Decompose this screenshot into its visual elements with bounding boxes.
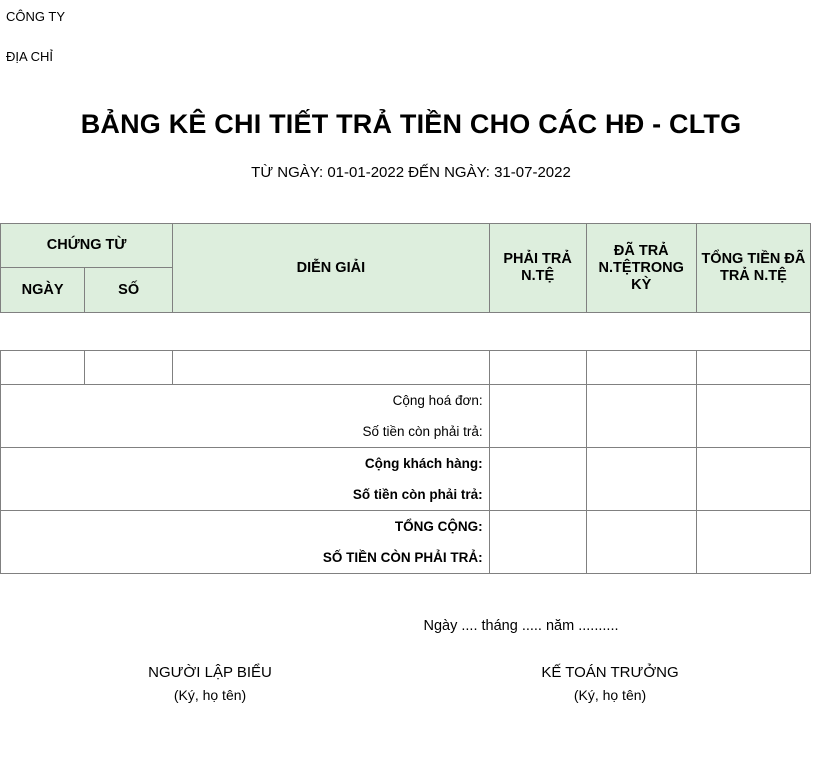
table-row[interactable]	[0, 350, 812, 385]
summary-label-cong-khach-hang: Cộng khách hàng:	[364, 456, 483, 471]
table-spacer-row	[0, 312, 811, 351]
summary-label-tong-cong: TỔNG CỘNG:	[394, 519, 483, 534]
signature-block-preparer: NGƯỜI LẬP BIỂU (Ký, họ tên)	[0, 662, 410, 706]
date-placeholder-line: Ngày .... tháng ..... năm ..........	[423, 618, 619, 634]
summary-row-invoice-total: Cộng hoá đơn: Số tiền còn phải trả:	[0, 384, 812, 448]
summary-value-da-tra-customer	[585, 447, 697, 511]
company-info-block: CÔNG TY ĐỊA CHỈ	[0, 0, 822, 64]
summary-value-tong-tien-invoice	[695, 384, 812, 448]
page-title: BẢNG KÊ CHI TIẾT TRẢ TIỀN CHO CÁC HĐ - C…	[80, 109, 742, 139]
summary-value-tong-tien-customer	[695, 447, 812, 511]
cell-dien-giai[interactable]	[172, 350, 490, 385]
company-name-label: CÔNG TY	[6, 9, 65, 24]
summary-label-group-invoice: Cộng hoá đơn: Số tiền còn phải trả:	[0, 384, 490, 448]
summary-value-da-tra-invoice	[585, 384, 697, 448]
column-header-dien-giai: DIỄN GIẢI	[172, 223, 490, 313]
signature-sub-chief-accountant: (Ký, họ tên)	[573, 687, 647, 703]
summary-label-so-tien-con-phai-tra: Số tiền còn phải trả:	[362, 424, 483, 439]
summary-value-phai-tra-invoice	[488, 384, 587, 448]
column-header-ngay: NGÀY	[0, 267, 86, 313]
column-header-da-tra: ĐÃ TRẢ N.TỆTRONG KỲ	[585, 223, 697, 313]
summary-row-customer-total: Cộng khách hàng: Số tiền còn phải trả:	[0, 447, 812, 511]
summary-label-so-tien-con-phai-tra-customer: Số tiền còn phải trả:	[352, 487, 483, 502]
signature-block-chief-accountant: KẾ TOÁN TRƯỞNG (Ký, họ tên)	[410, 662, 822, 706]
signature-footer: Ngày .... tháng ..... năm .......... NGƯ…	[0, 618, 822, 738]
table-body: Cộng hoá đơn: Số tiền còn phải trả: Cộng…	[0, 312, 812, 574]
summary-value-da-tra-grand	[585, 510, 697, 574]
table-header: CHỨNG TỪ DIỄN GIẢI PHẢI TRẢ N.TỆ ĐÃ TRẢ …	[0, 223, 812, 313]
summary-value-tong-tien-grand	[695, 510, 812, 574]
table-spacer-cell	[0, 312, 811, 351]
cell-da-tra[interactable]	[585, 350, 697, 385]
summary-value-phai-tra-customer	[488, 447, 587, 511]
signature-title-chief-accountant: KẾ TOÁN TRƯỞNG	[541, 664, 679, 681]
signature-title-preparer: NGƯỜI LẬP BIỂU	[148, 664, 272, 681]
page-subtitle-date-range: TỪ NGÀY: 01-01-2022 ĐẾN NGÀY: 31-07-2022	[251, 164, 571, 181]
summary-label-so-tien-con-phai-tra-grand: SỐ TIỀN CÒN PHẢI TRẢ:	[322, 550, 483, 565]
signature-row: NGƯỜI LẬP BIỂU (Ký, họ tên) KẾ TOÁN TRƯỞ…	[0, 662, 822, 706]
column-header-so: SỐ	[84, 267, 174, 313]
company-address-label: ĐỊA CHỈ	[6, 49, 53, 64]
summary-row-grand-total: TỔNG CỘNG: SỐ TIỀN CÒN PHẢI TRẢ:	[0, 510, 812, 574]
column-group-header-chungtu: CHỨNG TỪ	[0, 223, 174, 268]
summary-label-group-grand: TỔNG CỘNG: SỐ TIỀN CÒN PHẢI TRẢ:	[0, 510, 490, 574]
summary-label-cong-hoa-don: Cộng hoá đơn:	[392, 393, 483, 408]
column-header-phai-tra: PHẢI TRẢ N.TỆ	[488, 223, 587, 313]
cell-ngay[interactable]	[0, 350, 86, 385]
summary-value-phai-tra-grand	[488, 510, 587, 574]
column-header-tong-tien: TỔNG TIỀN ĐÃ TRẢ N.TỆ	[695, 223, 812, 313]
cell-tong-tien[interactable]	[695, 350, 812, 385]
payment-detail-table: CHỨNG TỪ DIỄN GIẢI PHẢI TRẢ N.TỆ ĐÃ TRẢ …	[0, 223, 812, 574]
cell-so[interactable]	[84, 350, 174, 385]
signature-sub-preparer: (Ký, họ tên)	[173, 687, 247, 703]
cell-phai-tra[interactable]	[488, 350, 587, 385]
summary-label-group-customer: Cộng khách hàng: Số tiền còn phải trả:	[0, 447, 490, 511]
